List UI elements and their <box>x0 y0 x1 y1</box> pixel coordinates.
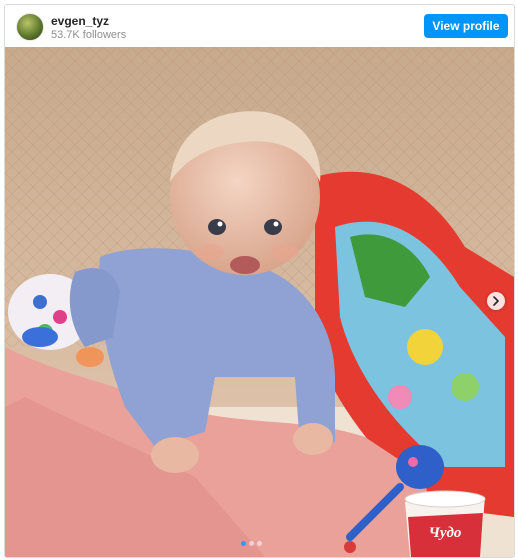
yogurt-label: Чудо <box>428 525 462 541</box>
carousel-dot <box>249 541 254 546</box>
username[interactable]: evgen_tyz <box>51 14 109 28</box>
carousel-dot <box>241 541 246 546</box>
next-slide-button[interactable] <box>487 292 505 310</box>
photo-illustration <box>5 47 514 557</box>
post-header: evgen_tyz 53.7K followers View profile <box>5 5 514 47</box>
post-photo[interactable]: Чудо <box>5 47 514 557</box>
carousel-indicators <box>241 541 262 547</box>
carousel-dot <box>257 541 262 546</box>
view-profile-button[interactable]: View profile <box>424 14 508 38</box>
instagram-embed-card: evgen_tyz 53.7K followers View profile Ч… <box>4 4 515 558</box>
profile-avatar[interactable] <box>16 13 44 41</box>
follower-count: 53.7K followers <box>51 29 127 41</box>
chevron-right-icon <box>493 296 499 306</box>
